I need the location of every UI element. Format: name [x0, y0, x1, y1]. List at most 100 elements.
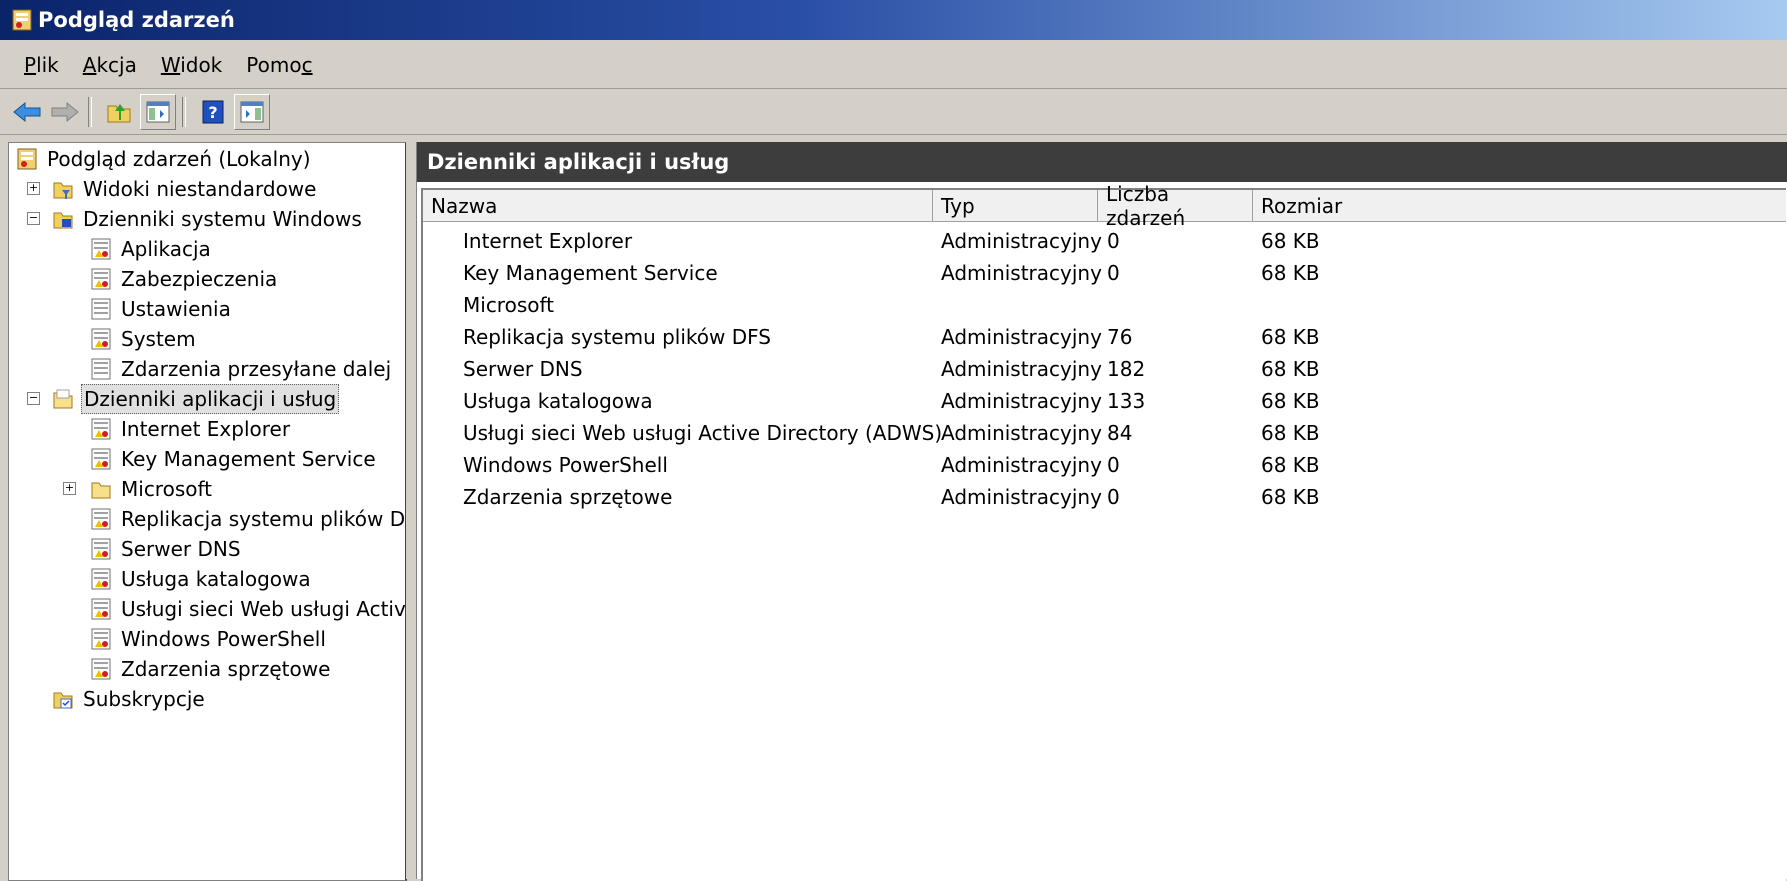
tree-node-system[interactable]: System [91, 325, 198, 353]
tree-node-hardware-events[interactable]: Zdarzenia sprzętowe [91, 655, 332, 683]
event-log-icon [91, 268, 111, 290]
menu-bar: Plik Akcja Widok Pomoc [0, 42, 1787, 89]
show-hide-action-pane-button[interactable] [234, 94, 270, 130]
tree-node-label: Serwer DNS [121, 537, 241, 561]
tree-node-internet-explorer[interactable]: Internet Explorer [91, 415, 292, 443]
tree-node-ustawienia[interactable]: Ustawienia [91, 295, 233, 323]
event-log-icon [91, 238, 111, 260]
table-row[interactable]: Serwer DNS Administracyjny 182 68 KB [423, 354, 1786, 384]
cell-size: 68 KB [1261, 485, 1320, 509]
cell-size: 68 KB [1261, 357, 1320, 381]
event-viewer-icon [12, 9, 32, 31]
cell-count: 0 [1107, 485, 1120, 509]
back-icon [13, 101, 41, 123]
tree-node-label: Usługa katalogowa [121, 567, 311, 591]
toolbar-separator [88, 97, 92, 127]
column-header-size[interactable]: Rozmiar [1253, 190, 1786, 222]
svg-text:?: ? [208, 103, 217, 122]
cell-size: 68 KB [1261, 229, 1320, 253]
cell-type: Administracyjny [941, 325, 1102, 349]
column-header-type[interactable]: Typ [933, 190, 1098, 222]
table-row[interactable]: Key Management Service Administracyjny 0 68… [423, 258, 1786, 288]
table-row[interactable]: Internet Explorer Administracyjny 0 68 KB [423, 226, 1786, 256]
results-pane: Dzienniki aplikacji i usług Nazwa Typ Li… [416, 142, 1787, 881]
folder-icon [53, 389, 73, 409]
cell-type: Administracyjny [941, 485, 1102, 509]
up-one-level-button[interactable] [102, 95, 136, 129]
tree-node-key-management[interactable]: Key Management Service [91, 445, 378, 473]
cell-size: 68 KB [1261, 421, 1320, 445]
tree-node-app-logs[interactable]: Dzienniki aplikacji i usług [53, 384, 340, 414]
cell-count: 182 [1107, 357, 1146, 381]
event-log-icon [91, 568, 111, 590]
table-row[interactable]: Usługa katalogowa Administracyjny 133 68 KB [423, 386, 1786, 416]
cell-name: Usługi sieci Web usługi Active Directory… [463, 421, 943, 445]
windows-logs-folder-icon [53, 212, 73, 229]
tree-node-dfs-replication[interactable]: Replikacja systemu plików DFS [91, 505, 407, 533]
cell-type: Administracyjny [941, 421, 1102, 445]
cell-type: Administracyjny [941, 389, 1102, 413]
event-log-icon [91, 658, 111, 680]
cell-name: Usługa katalogowa [463, 389, 653, 413]
tree-node-custom-views[interactable]: Widoki niestandardowe [53, 175, 318, 203]
cell-type: Administracyjny [941, 229, 1102, 253]
forward-button[interactable] [48, 95, 82, 129]
menu-widok[interactable]: Widok [149, 53, 234, 77]
table-row[interactable]: Zdarzenia sprzętowe Administracyjny 0 68 KB [423, 482, 1786, 512]
cell-name: Microsoft [463, 293, 555, 317]
tree-node-powershell[interactable]: Windows PowerShell [91, 625, 328, 653]
event-log-icon [91, 598, 111, 620]
tree-node-aplikacja[interactable]: Aplikacja [91, 235, 213, 263]
title-bar[interactable]: Podgląd zdarzeń [0, 0, 1787, 40]
cell-name: Internet Explorer [463, 229, 633, 253]
cell-count: 0 [1107, 229, 1120, 253]
event-log-icon [91, 328, 111, 350]
tree-node-forwarded-events[interactable]: Zdarzenia przesyłane dalej [91, 355, 393, 383]
column-header-event-count[interactable]: Liczba zdarzeń [1098, 182, 1253, 230]
collapse-minus-icon[interactable]: − [27, 212, 40, 225]
help-icon: ? [202, 100, 224, 124]
action-pane-icon [240, 101, 264, 123]
collapse-minus-icon[interactable]: − [27, 392, 40, 405]
show-hide-console-tree-button[interactable] [140, 94, 176, 130]
tree-node-microsoft[interactable]: Microsoft [91, 475, 214, 503]
pane-splitter[interactable] [406, 142, 416, 879]
table-row[interactable]: Microsoft [423, 290, 1786, 320]
event-log-icon [91, 628, 111, 650]
menu-pomoc[interactable]: Pomoc [234, 53, 324, 77]
table-row[interactable]: Windows PowerShell Administracyjny 0 68 KB [423, 450, 1786, 480]
cell-count: 0 [1107, 453, 1120, 477]
tree-node-label: Replikacja systemu plików DFS [121, 507, 407, 531]
tree-node-adws[interactable]: Usługi sieci Web usługi Active D [91, 595, 405, 623]
expand-plus-icon[interactable]: + [63, 482, 76, 495]
tree-node-subscriptions[interactable]: Subskrypcje [53, 685, 207, 713]
tree-node-directory-service[interactable]: Usługa katalogowa [91, 565, 313, 593]
column-header-name[interactable]: Nazwa [423, 190, 933, 222]
event-log-icon [91, 418, 111, 440]
tree-node-label: Podgląd zdarzeń (Lokalny) [47, 147, 311, 171]
tree-node-windows-logs[interactable]: Dzienniki systemu Windows [53, 205, 364, 233]
forward-icon [51, 101, 79, 123]
event-log-icon [91, 448, 111, 470]
tree-node-label: Widoki niestandardowe [83, 177, 317, 201]
toolbar-separator [182, 97, 186, 127]
tree-node-zabezpieczenia[interactable]: Zabezpieczenia [91, 265, 279, 293]
cell-count: 76 [1107, 325, 1133, 349]
back-button[interactable] [10, 95, 44, 129]
table-row[interactable]: Usługi sieci Web usługi Active Directory… [423, 418, 1786, 448]
expand-plus-icon[interactable]: + [27, 182, 40, 195]
tree-node-label: Internet Explorer [121, 417, 291, 441]
menu-plik[interactable]: Plik [12, 53, 71, 77]
event-log-icon [91, 508, 111, 530]
cell-name: Windows PowerShell [463, 453, 668, 477]
menu-akcja[interactable]: Akcja [71, 53, 149, 77]
tree-node-label: Windows PowerShell [121, 627, 326, 651]
tree-node-root[interactable]: Podgląd zdarzeń (Lokalny) [17, 145, 313, 173]
console-tree[interactable]: Podgląd zdarzeń (Lokalny) + Widoki niest… [8, 142, 407, 881]
help-button[interactable]: ? [196, 95, 230, 129]
tree-node-dns-server[interactable]: Serwer DNS [91, 535, 243, 563]
event-log-icon [91, 538, 111, 560]
log-list[interactable]: Nazwa Typ Liczba zdarzeń Rozmiar Interne… [421, 182, 1786, 881]
tree-node-label: Subskrypcje [83, 687, 205, 711]
table-row[interactable]: Replikacja systemu plików DFS Administrac… [423, 322, 1786, 352]
